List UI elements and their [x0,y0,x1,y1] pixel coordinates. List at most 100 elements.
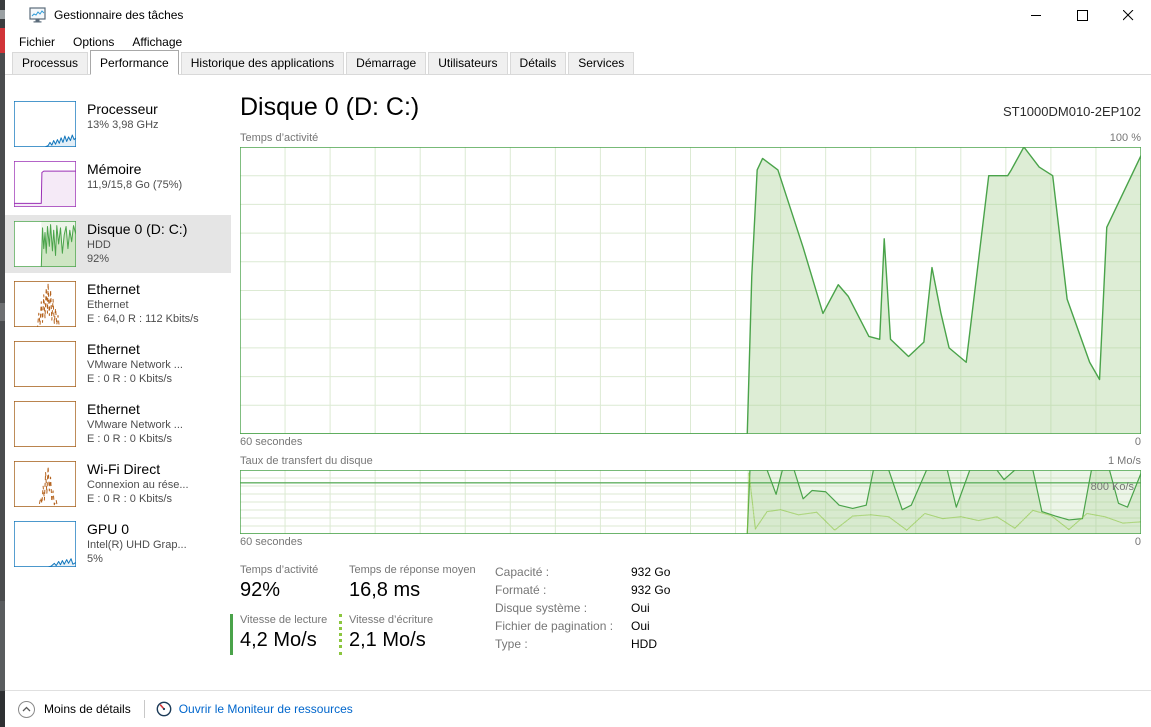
detail-label: Fichier de pagination : [495,619,631,637]
sidebar-item-sub2: 5% [87,553,187,565]
activity-chart-label: Temps d’activité [240,132,318,144]
stat-value: 4,2 Mo/s [240,629,349,652]
ethernet3-thumbnail-chart [14,401,76,447]
sidebar-item-sub2: E : 0 R : 0 Kbits/s [87,493,189,505]
performance-sidebar: Processeur 13% 3,98 GHz Mémoire 11,9/15,8 … [5,76,231,690]
sidebar-item-disque[interactable]: Disque 0 (D: C:) HDD 92% [5,215,231,273]
sidebar-item-sub: 13% 3,98 GHz [87,119,159,131]
titlebar: Gestionnaire des tâches [5,0,1151,30]
stat-label: Temps de réponse moyen [349,564,495,576]
sidebar-item-processeur[interactable]: Processeur 13% 3,98 GHz [5,95,231,153]
sidebar-item-title: GPU 0 [87,521,187,537]
sidebar-item-sub: 11,9/15,8 Go (75%) [87,179,182,191]
transfer-chart-max-label: 1 Mo/s [1108,455,1141,467]
sidebar-item-memoire[interactable]: Mémoire 11,9/15,8 Go (75%) [5,155,231,213]
sidebar-item-ethernet-1[interactable]: Ethernet Ethernet E : 64,0 R : 112 Kbits/s [5,275,231,333]
footer-bar: Moins de détails Ouvrir le Moniteur de r… [5,690,1151,727]
disk-model-label: ST1000DM010-2EP102 [1003,104,1141,122]
disk-performance-panel: Disque 0 (D: C:) ST1000DM010-2EP102 Temp… [240,76,1141,690]
close-icon [1123,10,1134,21]
disk-thumbnail-chart [14,221,76,267]
transfer-chart-label: Taux de transfert du disque [240,455,373,467]
resource-monitor-icon [156,701,172,717]
sidebar-item-ethernet-2[interactable]: Ethernet VMware Network ... E : 0 R : 0 Kb… [5,335,231,393]
stat-label: Vitesse d’écriture [349,614,495,626]
tab-services[interactable]: Services [568,52,634,74]
wifi-thumbnail-chart [14,461,76,507]
sidebar-item-wifi-direct[interactable]: Wi-Fi Direct Connexion au rése... E : 0 R … [5,455,231,513]
menu-fichier[interactable]: Fichier [10,32,64,52]
sidebar-item-title: Wi-Fi Direct [87,461,189,477]
sidebar-item-sub2: E : 0 R : 0 Kbits/s [87,433,183,445]
sidebar-item-sub: Connexion au rése... [87,479,189,491]
sliver-red-accent [0,28,5,53]
page-title: Disque 0 (D: C:) [240,93,419,122]
activity-xaxis-left: 60 secondes [240,436,302,448]
detail-value: 932 Go [631,583,670,601]
sidebar-item-title: Ethernet [87,281,199,297]
stat-label: Temps d’activité [240,564,349,576]
maximize-button[interactable] [1059,0,1105,30]
detail-label: Formaté : [495,583,631,601]
maximize-icon [1077,10,1088,21]
ethernet1-thumbnail-chart [14,281,76,327]
tab-strip: Processus Performance Historique des app… [5,53,1151,75]
close-button[interactable] [1105,0,1151,30]
tab-demarrage[interactable]: Démarrage [346,52,426,74]
ethernet2-thumbnail-chart [14,341,76,387]
sidebar-item-sub: VMware Network ... [87,419,183,431]
disk-details-table: Capacité :932 Go Formaté :932 Go Disque … [495,565,670,655]
menu-affichage[interactable]: Affichage [123,32,191,52]
transfer-xaxis-right: 0 [1135,536,1141,548]
detail-value: Oui [631,601,670,619]
activity-xaxis-right: 0 [1135,436,1141,448]
stat-active-time: Temps d’activité 92% [240,564,349,605]
detail-label: Disque système : [495,601,631,619]
stat-value: 92% [240,579,349,602]
sidebar-item-title: Processeur [87,101,159,117]
sidebar-item-title: Mémoire [87,161,182,177]
tab-processus[interactable]: Processus [12,52,88,74]
stat-label: Vitesse de lecture [240,614,349,626]
sidebar-item-sub2: E : 0 R : 0 Kbits/s [87,373,183,385]
less-details-button[interactable]: Moins de détails [18,701,131,718]
minimize-button[interactable] [1013,0,1059,30]
background-window-sliver [0,0,5,727]
stat-value: 2,1 Mo/s [349,629,495,652]
open-resource-monitor-link[interactable]: Ouvrir le Moniteur de ressources [156,701,353,717]
chevron-up-circle-icon [18,701,35,718]
sidebar-item-sub: HDD [87,239,187,251]
transfer-ref-label: 800 Ko/s [1091,481,1134,493]
open-resource-monitor-label: Ouvrir le Moniteur de ressources [179,702,353,716]
tab-performance[interactable]: Performance [90,50,179,75]
sidebar-item-sub: VMware Network ... [87,359,183,371]
sidebar-item-sub: Ethernet [87,299,199,311]
tab-utilisateurs[interactable]: Utilisateurs [428,52,507,74]
detail-value: Oui [631,619,670,637]
disk-transfer-chart: 800 Ko/s [240,470,1141,534]
stat-write-speed: Vitesse d’écriture 2,1 Mo/s [339,614,495,655]
detail-value: HDD [631,637,670,655]
menu-options[interactable]: Options [64,32,123,52]
sidebar-item-gpu[interactable]: GPU 0 Intel(R) UHD Grap... 5% [5,515,231,573]
stat-response-time: Temps de réponse moyen 16,8 ms [349,564,495,605]
sidebar-item-sub: Intel(R) UHD Grap... [87,539,187,551]
minimize-icon [1031,10,1042,21]
sidebar-item-title: Ethernet [87,341,183,357]
disk-activity-chart [240,147,1141,434]
sidebar-item-sub2: 92% [87,253,187,265]
sidebar-item-title: Disque 0 (D: C:) [87,221,187,237]
cpu-thumbnail-chart [14,101,76,147]
detail-label: Type : [495,637,631,655]
window-title: Gestionnaire des tâches [54,8,183,22]
tab-historique[interactable]: Historique des applications [181,52,344,74]
sidebar-item-sub2: E : 64,0 R : 112 Kbits/s [87,313,199,325]
stat-value: 16,8 ms [349,579,495,602]
less-details-label: Moins de détails [44,702,131,716]
tab-details[interactable]: Détails [510,52,567,74]
sidebar-item-ethernet-3[interactable]: Ethernet VMware Network ... E : 0 R : 0 Kb… [5,395,231,453]
gpu-thumbnail-chart [14,521,76,567]
footer-separator [144,700,145,718]
detail-value: 932 Go [631,565,670,583]
sidebar-item-title: Ethernet [87,401,183,417]
